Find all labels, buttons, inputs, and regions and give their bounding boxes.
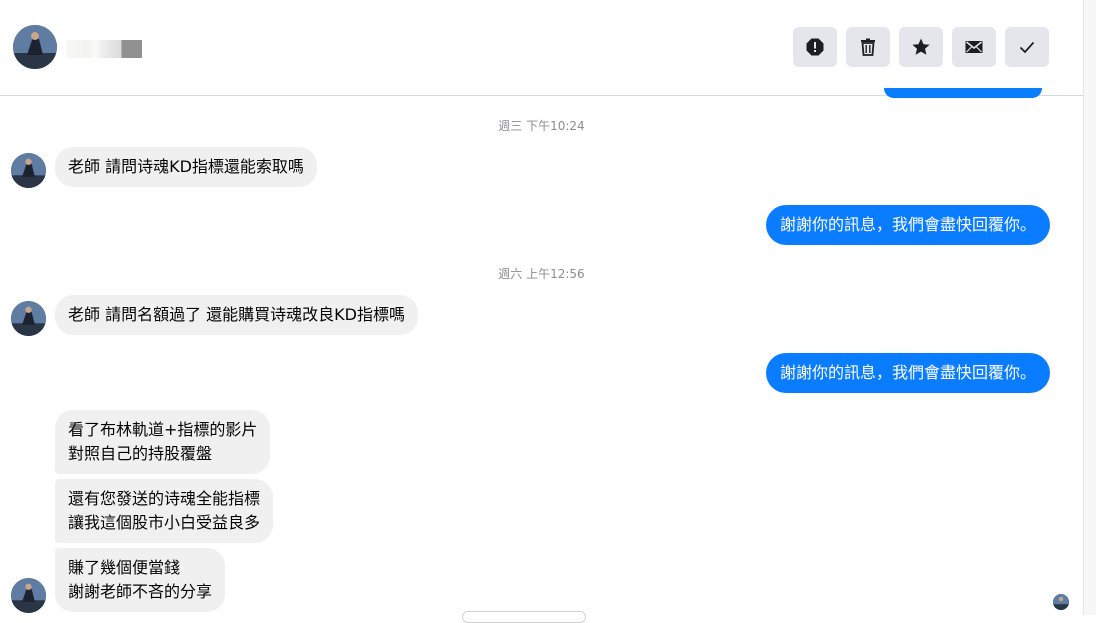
star-icon xyxy=(912,38,930,55)
alert-icon xyxy=(806,38,824,56)
conversation-header xyxy=(0,0,1083,96)
avatar-image xyxy=(11,578,46,613)
incoming-message[interactable]: 賺了幾個便當錢 謝謝老師不吝的分享 xyxy=(55,548,226,612)
read-receipt-avatar xyxy=(1053,594,1069,610)
incoming-message[interactable]: 老師 請問名額過了 還能購買诗魂改良KD指標嗎 xyxy=(55,295,418,335)
previous-outgoing-bubble-edge xyxy=(884,88,1042,98)
report-button[interactable] xyxy=(793,27,837,67)
incoming-message[interactable]: 老師 請問诗魂KD指標還能索取嗎 xyxy=(55,147,317,187)
outgoing-message[interactable]: 謝謝你的訊息，我們會盡快回覆你。 xyxy=(765,205,1050,245)
star-button[interactable] xyxy=(899,27,943,67)
mark-unread-button[interactable] xyxy=(952,27,996,67)
incoming-message[interactable]: 還有您發送的诗魂全能指標 讓我這個股市小白受益良多 xyxy=(55,479,274,543)
sender-avatar[interactable] xyxy=(11,153,46,188)
check-icon xyxy=(1019,41,1035,54)
contact-name-blurred[interactable] xyxy=(66,40,142,58)
avatar-image xyxy=(13,25,57,69)
contact-avatar[interactable] xyxy=(13,25,57,69)
delete-button[interactable] xyxy=(846,27,890,67)
incoming-message[interactable]: 看了布林軌道+指標的影片 對照自己的持股覆盤 xyxy=(55,410,271,474)
sender-avatar[interactable] xyxy=(11,301,46,336)
timestamp: 週六 上午12:56 xyxy=(498,267,585,281)
avatar-image xyxy=(11,153,46,188)
avatar-image xyxy=(11,301,46,336)
timestamp: 週三 下午10:24 xyxy=(498,119,585,133)
scrollbar[interactable] xyxy=(1083,0,1096,615)
trash-icon xyxy=(861,38,875,56)
outgoing-message[interactable]: 謝謝你的訊息，我們會盡快回覆你。 xyxy=(765,353,1050,393)
done-button[interactable] xyxy=(1005,27,1049,67)
envelope-icon xyxy=(965,41,983,53)
header-actions xyxy=(793,27,1049,67)
avatar-image xyxy=(1053,594,1069,610)
sender-avatar[interactable] xyxy=(11,578,46,613)
scroll-to-bottom-pill[interactable] xyxy=(462,611,586,623)
